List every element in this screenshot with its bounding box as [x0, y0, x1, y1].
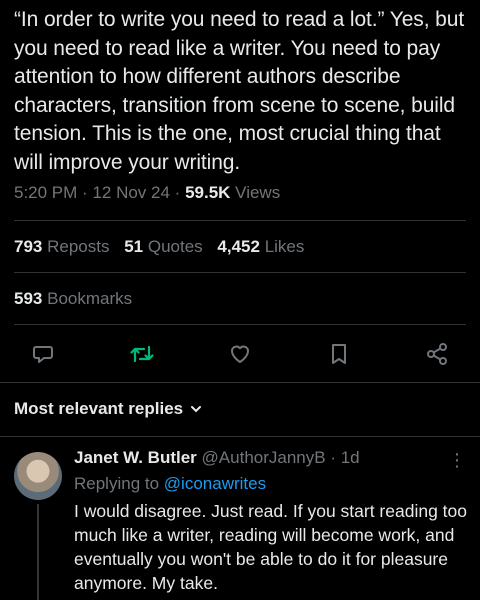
- divider: [14, 324, 466, 325]
- divider: [14, 220, 466, 221]
- engagement-stats: 793 Reposts 51 Quotes 4,452 Likes: [14, 237, 314, 257]
- tweet-date[interactable]: 12 Nov 24: [92, 183, 170, 202]
- divider: [14, 272, 466, 273]
- action-bar: [30, 340, 450, 368]
- reply-author-name[interactable]: Janet W. Butler: [74, 448, 197, 467]
- bookmarks-count: 593: [14, 289, 43, 308]
- likes-label: Likes: [264, 237, 305, 256]
- reply-author-handle[interactable]: @AuthorJannyB: [202, 448, 326, 467]
- replies-sort-dropdown[interactable]: Most relevant replies: [14, 399, 203, 419]
- more-options-icon[interactable]: ⋮: [448, 450, 466, 471]
- replying-handle-link[interactable]: @iconawrites: [164, 474, 266, 493]
- quotes-stat[interactable]: 51 Quotes: [124, 237, 207, 256]
- tweet-time[interactable]: 5:20 PM: [14, 183, 77, 202]
- chevron-down-icon: [191, 406, 202, 413]
- avatar[interactable]: [14, 452, 62, 500]
- replying-prefix: Replying to: [74, 474, 160, 493]
- divider: [0, 382, 480, 383]
- reply-icon[interactable]: [30, 341, 56, 367]
- divider: [0, 436, 480, 437]
- separator-dot: ·: [330, 448, 341, 467]
- reply-text: I would disagree. Just read. If you star…: [74, 501, 467, 593]
- like-icon[interactable]: [227, 341, 253, 367]
- replying-to: Replying to @iconawrites: [74, 474, 266, 494]
- views-count: 59.5K: [185, 183, 231, 202]
- quotes-count: 51: [124, 237, 144, 256]
- bookmarks-stat[interactable]: 593 Bookmarks: [14, 289, 132, 309]
- share-icon[interactable]: [424, 341, 450, 367]
- reposts-stat[interactable]: 793 Reposts: [14, 237, 114, 256]
- reposts-label: Reposts: [47, 237, 110, 256]
- tweet-text: “In order to write you need to read a lo…: [14, 8, 465, 174]
- quotes-label: Quotes: [147, 237, 203, 256]
- replies-sort-label: Most relevant replies: [14, 399, 184, 418]
- thread-line: [37, 504, 39, 600]
- bookmark-icon[interactable]: [326, 341, 352, 367]
- reply-age[interactable]: 1d: [341, 448, 360, 467]
- separator-dot: ·: [82, 183, 93, 202]
- reply-header: Janet W. Butler @AuthorJannyB · 1d: [74, 448, 464, 468]
- likes-stat[interactable]: 4,452 Likes: [217, 237, 304, 256]
- repost-icon[interactable]: [129, 341, 155, 367]
- tweet-meta: 5:20 PM · 12 Nov 24 · 59.5K Views: [14, 183, 280, 203]
- likes-count: 4,452: [217, 237, 260, 256]
- separator-dot: ·: [174, 183, 186, 202]
- views-label: Views: [235, 183, 281, 202]
- bookmarks-label: Bookmarks: [47, 289, 133, 308]
- reposts-count: 793: [14, 237, 43, 256]
